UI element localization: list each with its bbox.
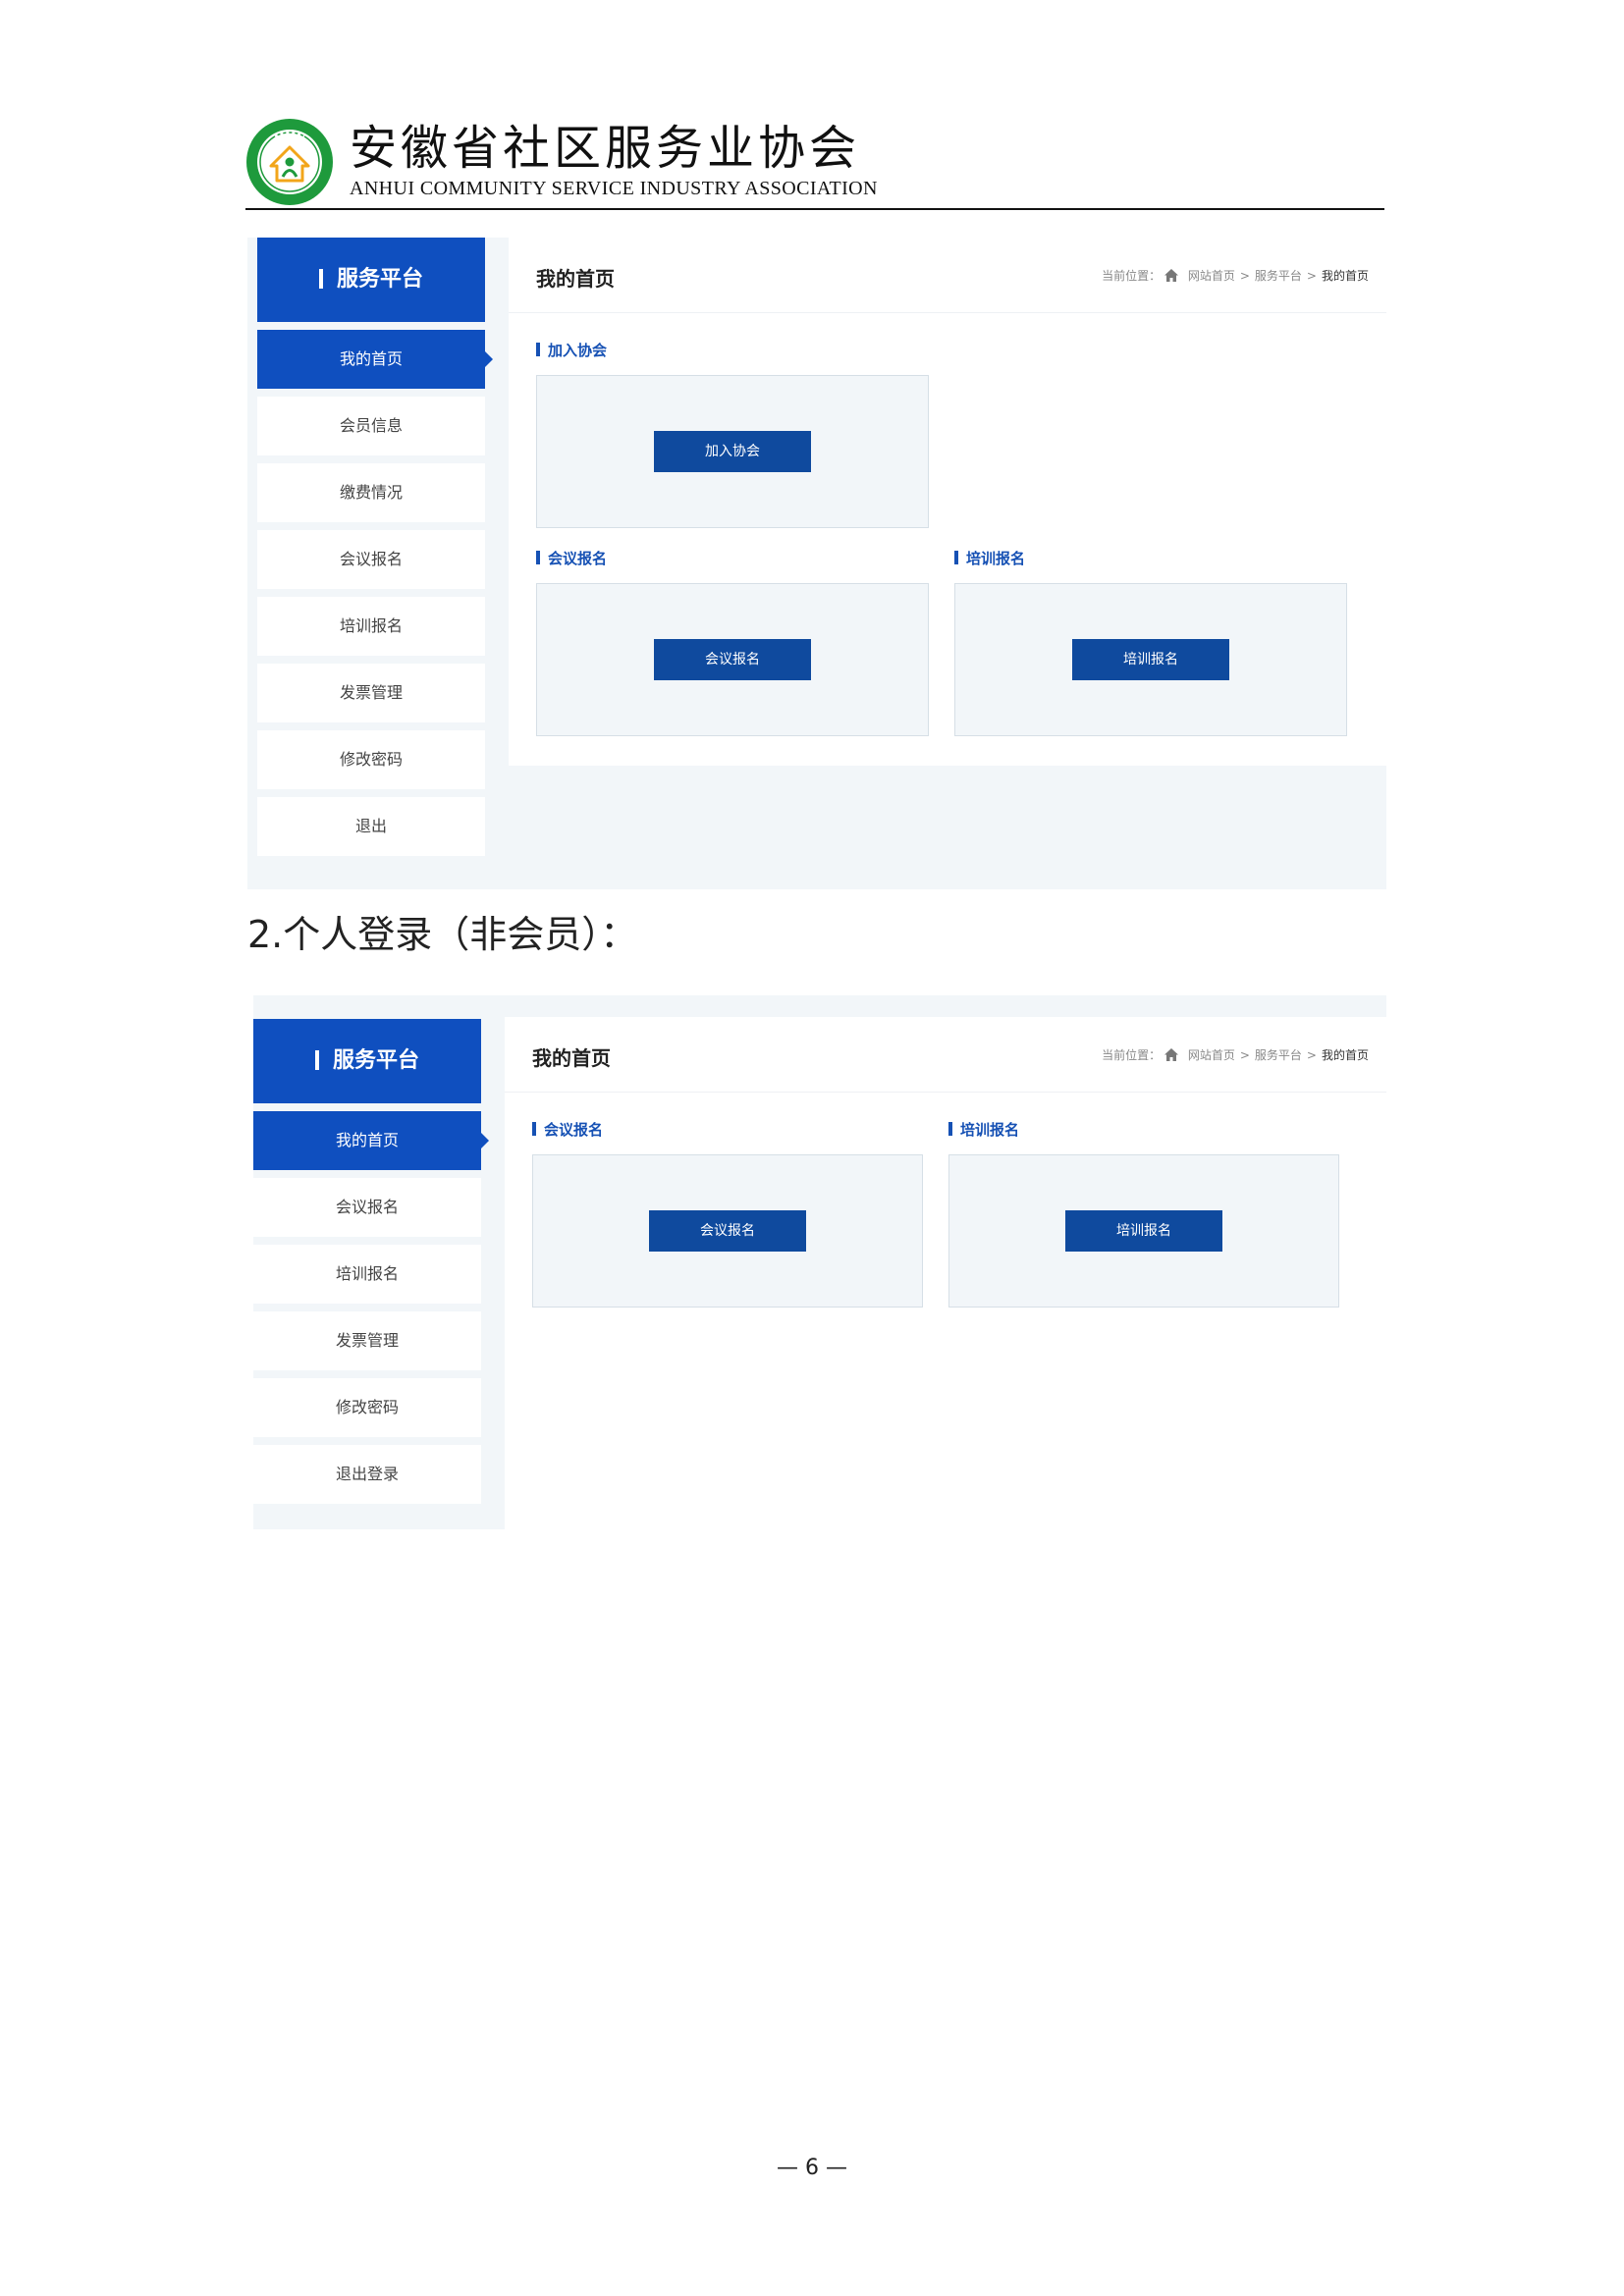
sidebar-item-home[interactable]: 我的首页 (257, 330, 493, 389)
training-signup-button[interactable]: 培训报名 (1065, 1210, 1222, 1252)
panel-divider (505, 1092, 1386, 1093)
title-bar-icon (314, 1049, 319, 1070)
meeting-signup-button[interactable]: 会议报名 (654, 639, 811, 680)
breadcrumb-service-platform[interactable]: 服务平台 (1255, 1048, 1302, 1062)
sidebar-header: 服务平台 (253, 1019, 481, 1103)
section-label-meeting: 会议报名 (532, 1119, 603, 1140)
letterhead: 安徽省社区服务业协会 ANHUI COMMUNITY SERVICE INDUS… (245, 116, 1384, 210)
section-subheading: 2.个人登录（非会员）： (247, 913, 638, 956)
page-title: 我的首页 (536, 267, 615, 291)
sidebar-item-member-info[interactable]: 会员信息 (257, 397, 485, 455)
meeting-signup-button[interactable]: 会议报名 (649, 1210, 806, 1252)
org-name-cn: 安徽省社区服务业协会 (350, 121, 861, 176)
meeting-card: 会议报名 (536, 583, 929, 736)
page-title: 我的首页 (532, 1046, 611, 1070)
sidebar-item-invoices[interactable]: 发票管理 (257, 664, 485, 722)
sidebar-item-payments[interactable]: 缴费情况 (257, 463, 485, 522)
member-portal-screenshot: 服务平台 我的首页 会员信息 缴费情况 会议报名 培训报名 发票管理 修改密码 … (247, 238, 1386, 889)
sidebar-item-training-signup[interactable]: 培训报名 (257, 597, 485, 656)
join-association-button[interactable]: 加入协会 (654, 431, 811, 472)
home-icon (1164, 269, 1178, 282)
sidebar-header: 服务平台 (257, 238, 485, 322)
panel-divider (509, 312, 1386, 313)
breadcrumb-current: 我的首页 (1321, 269, 1369, 283)
section-label-training: 培训报名 (954, 548, 1025, 568)
breadcrumb-site-home[interactable]: 网站首页 (1188, 1048, 1235, 1062)
training-card: 培训报名 (954, 583, 1347, 736)
letterhead-rule (245, 208, 1384, 210)
personal-portal-screenshot: 服务平台 我的首页 会议报名 培训报名 发票管理 修改密码 退出登录 我的首页 … (253, 995, 1386, 1529)
title-bar-icon (318, 268, 323, 289)
home-icon (1164, 1048, 1178, 1061)
page-number: — 6 — (777, 2156, 847, 2180)
section-label-meeting: 会议报名 (536, 548, 607, 568)
sidebar-item-invoices[interactable]: 发票管理 (253, 1311, 481, 1370)
sidebar-item-change-password[interactable]: 修改密码 (253, 1378, 481, 1437)
sidebar-item-training-signup[interactable]: 培训报名 (253, 1245, 481, 1304)
sidebar-item-change-password[interactable]: 修改密码 (257, 730, 485, 789)
breadcrumb-service-platform[interactable]: 服务平台 (1255, 269, 1302, 283)
association-seal-icon (246, 119, 333, 205)
sidebar-item-logout[interactable]: 退出登录 (253, 1445, 481, 1504)
org-name-en: ANHUI COMMUNITY SERVICE INDUSTRY ASSOCIA… (350, 178, 878, 199)
meeting-card: 会议报名 (532, 1154, 923, 1308)
training-signup-button[interactable]: 培训报名 (1072, 639, 1229, 680)
section-label-training: 培训报名 (948, 1119, 1019, 1140)
sidebar-item-home[interactable]: 我的首页 (253, 1111, 489, 1170)
sidebar-item-meeting-signup[interactable]: 会议报名 (253, 1178, 481, 1237)
breadcrumb-current: 我的首页 (1321, 1048, 1369, 1062)
main-panel: 我的首页 当前位置： 网站首页 > 服务平台 > 我的首页 会议报名 会议报名 培训报名… (505, 1017, 1386, 1311)
sidebar-item-logout[interactable]: 退出 (257, 797, 485, 856)
breadcrumb: 当前位置： 网站首页 > 服务平台 > 我的首页 (1102, 1048, 1369, 1062)
training-card: 培训报名 (948, 1154, 1339, 1308)
section-label-join: 加入协会 (536, 340, 607, 360)
sidebar-item-meeting-signup[interactable]: 会议报名 (257, 530, 485, 589)
breadcrumb-site-home[interactable]: 网站首页 (1188, 269, 1235, 283)
join-card: 加入协会 (536, 375, 929, 528)
breadcrumb: 当前位置： 网站首页 > 服务平台 > 我的首页 (1102, 269, 1369, 283)
main-panel: 我的首页 当前位置： 网站首页 > 服务平台 > 我的首页 加入协会 加入协会 会议报名… (509, 238, 1386, 766)
